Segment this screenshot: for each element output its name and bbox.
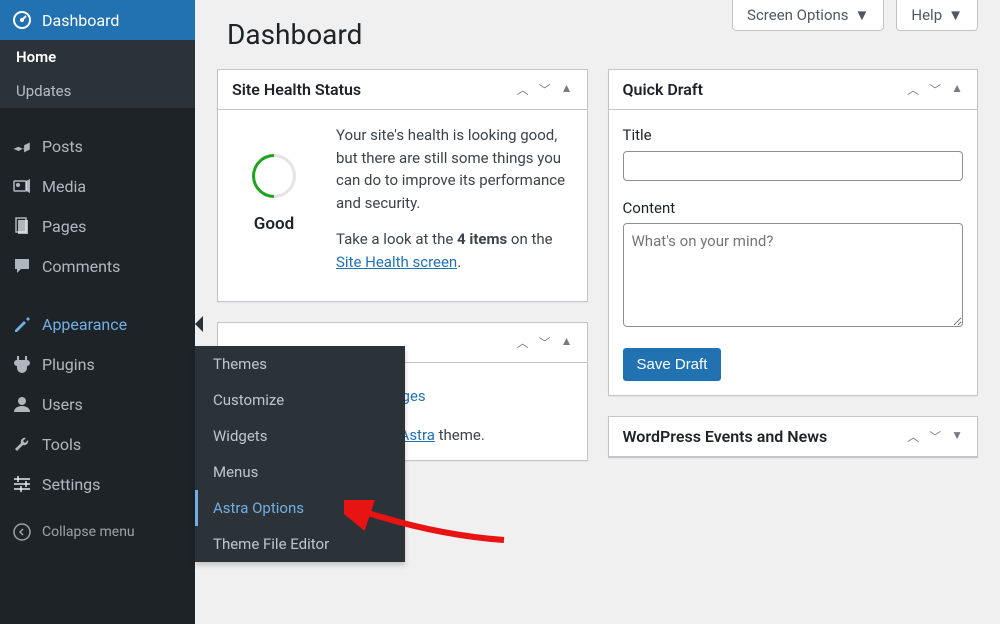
users-icon [12, 394, 32, 414]
sidebar-item-pages[interactable]: Pages [0, 206, 195, 246]
events-news-box: WordPress Events and News ︿ ﹀ ▼ [608, 416, 979, 458]
draft-title-input[interactable] [623, 151, 964, 181]
sidebar-label: Posts [42, 137, 83, 156]
toggle-icon[interactable]: ▼ [951, 428, 963, 445]
button-label: Help [911, 6, 942, 24]
gauge-circle-icon [243, 145, 305, 207]
move-down-icon[interactable]: ﹀ [929, 81, 941, 98]
chevron-down-icon: ▼ [855, 6, 870, 24]
move-down-icon[interactable]: ﹀ [539, 81, 551, 98]
chevron-down-icon: ▼ [948, 6, 963, 24]
sidebar-subitem-updates[interactable]: Updates [0, 74, 195, 108]
sidebar-subitem-home[interactable]: Home [0, 40, 195, 74]
collapse-icon [12, 522, 32, 542]
sidebar-label: Appearance [42, 315, 127, 334]
move-down-icon[interactable]: ﹀ [929, 428, 941, 445]
dashboard-submenu: Home Updates [0, 40, 195, 108]
box-title: Site Health Status [232, 80, 517, 99]
sidebar-label: Pages [42, 217, 86, 236]
draft-content-input[interactable] [623, 223, 964, 327]
move-up-icon[interactable]: ︿ [907, 428, 919, 445]
move-up-icon[interactable]: ︿ [517, 334, 529, 351]
sidebar-label: Settings [42, 475, 100, 494]
sidebar-label: Plugins [42, 355, 95, 374]
sidebar-label: Collapse menu [42, 524, 135, 540]
sidebar-item-media[interactable]: Media [0, 166, 195, 206]
quick-draft-box: Quick Draft ︿ ﹀ ▲ Title Content Save Dra… [608, 69, 979, 396]
health-text: Your site's health is looking good, but … [336, 124, 573, 287]
sidebar-label: Tools [42, 435, 81, 454]
sidebar-item-posts[interactable]: Posts [0, 126, 195, 166]
sidebar-item-plugins[interactable]: Plugins [0, 344, 195, 384]
health-p1: Your site's health is looking good, but … [336, 124, 573, 214]
move-down-icon[interactable]: ﹀ [539, 334, 551, 351]
sidebar-item-comments[interactable]: Comments [0, 246, 195, 286]
save-draft-button[interactable]: Save Draft [623, 348, 722, 381]
sidebar-label: Comments [42, 257, 120, 276]
sidebar-item-users[interactable]: Users [0, 384, 195, 424]
screen-options-button[interactable]: Screen Options ▼ [732, 0, 884, 31]
flyout-themes[interactable]: Themes [195, 346, 405, 382]
flyout-theme-editor[interactable]: Theme File Editor [195, 526, 405, 562]
sidebar-item-settings[interactable]: Settings [0, 464, 195, 504]
box-title: WordPress Events and News [623, 427, 908, 446]
move-up-icon[interactable]: ︿ [907, 81, 919, 98]
box-title: Quick Draft [623, 80, 908, 99]
help-button[interactable]: Help ▼ [896, 0, 978, 31]
sidebar-collapse[interactable]: Collapse menu [0, 512, 195, 552]
toggle-icon[interactable]: ▲ [561, 81, 573, 98]
settings-icon [12, 474, 32, 494]
sidebar-label: Users [42, 395, 83, 414]
sidebar-item-tools[interactable]: Tools [0, 424, 195, 464]
toggle-icon[interactable]: ▲ [561, 334, 573, 351]
health-gauge: Good [232, 124, 316, 238]
sidebar-label: Media [42, 177, 86, 196]
move-up-icon[interactable]: ︿ [517, 81, 529, 98]
toggle-icon[interactable]: ▲ [951, 81, 963, 98]
gauge-label: Good [252, 212, 296, 238]
admin-sidebar: Dashboard Home Updates Posts Media Pages… [0, 0, 195, 624]
sidebar-item-appearance[interactable]: Appearance [0, 304, 195, 344]
media-icon [12, 176, 32, 196]
sidebar-item-dashboard[interactable]: Dashboard [0, 0, 195, 40]
pin-icon [12, 136, 32, 156]
pages-icon [12, 216, 32, 236]
health-p2: Take a look at the 4 items on the Site H… [336, 228, 573, 273]
flyout-astra-options[interactable]: Astra Options [195, 490, 405, 526]
appearance-flyout: Themes Customize Widgets Menus Astra Opt… [195, 346, 405, 562]
sidebar-label: Dashboard [42, 11, 119, 30]
dashboard-icon [12, 10, 32, 30]
site-health-box: Site Health Status ︿ ﹀ ▲ Good Y [217, 69, 588, 302]
site-health-link[interactable]: Site Health screen [336, 253, 457, 271]
button-label: Screen Options [747, 6, 849, 24]
flyout-customize[interactable]: Customize [195, 382, 405, 418]
flyout-widgets[interactable]: Widgets [195, 418, 405, 454]
comments-icon [12, 256, 32, 276]
flyout-menus[interactable]: Menus [195, 454, 405, 490]
content-label: Content [623, 197, 964, 220]
tools-icon [12, 434, 32, 454]
plugins-icon [12, 354, 32, 374]
title-label: Title [623, 124, 964, 147]
appearance-icon [12, 314, 32, 334]
